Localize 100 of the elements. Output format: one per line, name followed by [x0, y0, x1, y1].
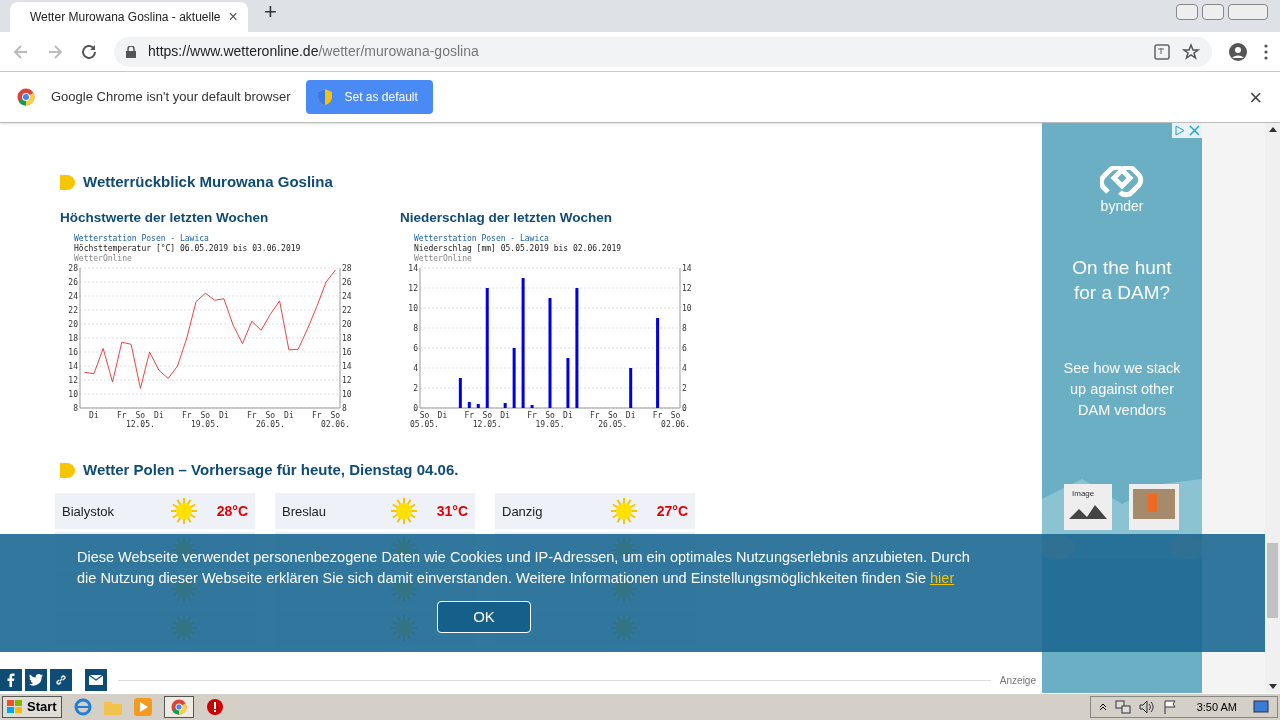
- browser-icon[interactable]: [73, 698, 92, 716]
- x-tick-label: Di: [563, 410, 573, 420]
- close-tab-button[interactable]: ×: [228, 5, 238, 29]
- section-marker-icon: [60, 174, 75, 190]
- forecast-card[interactable]: Danzig 27°C: [495, 493, 695, 530]
- maximize-button[interactable]: [1202, 4, 1224, 20]
- temperature: 31°C: [435, 501, 468, 521]
- x-tick-label: So 02.06.: [320, 410, 350, 429]
- y-tick-label: 12: [682, 283, 692, 293]
- y-tick-label: 10: [682, 303, 692, 313]
- x-tick-label: Fr: [527, 410, 537, 420]
- precipitation-bar: [458, 377, 462, 408]
- city-name: Danzig: [502, 502, 544, 521]
- y-tick-label: 2: [413, 383, 418, 393]
- email-button[interactable]: [85, 669, 107, 691]
- facebook-icon: [7, 673, 15, 687]
- x-tick-label: So 19.05.: [190, 410, 220, 429]
- chrome-taskbar-button[interactable]: [163, 696, 194, 718]
- y-tick-label: 10: [408, 303, 418, 313]
- link-icon: [55, 674, 67, 686]
- scroll-up-icon[interactable]: [1268, 127, 1277, 132]
- forecast-card[interactable]: Breslau 31°C: [275, 493, 475, 530]
- precipitation-bar: [530, 404, 534, 408]
- y-tick-label: 22: [342, 305, 352, 315]
- y-tick-label: 16: [68, 347, 78, 357]
- sun-icon: [610, 497, 638, 526]
- star-icon[interactable]: [1182, 42, 1200, 61]
- y-tick-label: 8: [73, 403, 78, 413]
- minimize-button[interactable]: [1176, 4, 1198, 20]
- chevron-up-icon[interactable]: [1098, 703, 1107, 711]
- speaker-icon[interactable]: [1138, 700, 1155, 714]
- show-desktop-icon[interactable]: [1253, 700, 1269, 714]
- y-tick-label: 26: [68, 277, 78, 287]
- x-tick-label: Di: [437, 410, 448, 420]
- x-tick-label: Di: [89, 410, 99, 420]
- y-tick-label: 24: [342, 291, 352, 301]
- x-tick-label: Fr: [652, 410, 663, 420]
- scrollbar[interactable]: [1265, 123, 1280, 693]
- network-icon[interactable]: [1114, 700, 1131, 714]
- city-name: Breslau: [282, 502, 328, 521]
- link-button[interactable]: [50, 669, 72, 691]
- stop-sign-icon[interactable]: [205, 698, 224, 716]
- start-button[interactable]: Start: [2, 696, 62, 718]
- chart-station-title: Wetterstation Posen - Lawica: [74, 233, 209, 243]
- scrollbar-thumb[interactable]: [1267, 543, 1278, 618]
- ad-body: See how we stack up against other DAM vendors: [1062, 359, 1182, 420]
- y-tick-label: 8: [342, 403, 347, 413]
- city-name: Bialystok: [62, 502, 116, 521]
- ad-headline: On the hunt for a DAM?: [1071, 256, 1173, 305]
- y-tick-label: 2: [682, 383, 687, 393]
- bynder-logo-icon: [1100, 166, 1144, 198]
- menu-icon[interactable]: [1264, 43, 1268, 60]
- windows-logo-icon: [7, 700, 23, 714]
- y-tick-label: 12: [408, 283, 418, 293]
- x-tick-label: So 12.05.: [472, 410, 502, 429]
- browser-tab[interactable]: Wetter Murowana Goslina - aktuelle ×: [10, 2, 248, 32]
- chart-source: WetterOnline: [74, 253, 132, 263]
- y-tick-label: 14: [408, 263, 418, 273]
- chart-station-title: Wetterstation Posen - Lawica: [414, 233, 549, 243]
- x-tick-label: So 05.05.: [410, 410, 439, 429]
- x-tick-label: Fr: [116, 410, 127, 420]
- close-infobar-button[interactable]: ×: [1249, 80, 1262, 114]
- y-tick-label: 28: [68, 263, 78, 273]
- forecast-card[interactable]: Bialystok 28°C: [55, 493, 255, 530]
- url-text: https://www.wetteronline.de/wetter/murowana-goslina: [148, 42, 479, 61]
- facebook-button[interactable]: [0, 669, 22, 691]
- ad-brand: bynder: [1100, 197, 1144, 216]
- x-tick-label: Fr: [246, 410, 257, 420]
- y-tick-label: 0: [682, 403, 687, 413]
- account-icon[interactable]: [1228, 41, 1248, 62]
- ok-button[interactable]: OK: [437, 601, 531, 633]
- new-tab-button[interactable]: +: [264, 0, 277, 28]
- section-marker-icon: [60, 462, 75, 478]
- close-window-button[interactable]: [1228, 4, 1268, 20]
- chart-source: WetterOnline: [414, 253, 472, 263]
- chart-heading: Höchstwerte der letzten Wochen: [60, 208, 270, 227]
- address-bar[interactable]: https://www.wetteronline.de/wetter/murowana-goslina: [114, 36, 1212, 67]
- x-tick-label: Fr: [590, 410, 600, 420]
- y-tick-label: 8: [413, 323, 418, 333]
- y-tick-label: 28: [342, 263, 352, 273]
- x-tick-label: Fr: [311, 410, 322, 420]
- reload-icon[interactable]: [80, 42, 98, 61]
- y-tick-label: 16: [342, 347, 352, 357]
- x-tick-label: Di: [625, 410, 636, 420]
- twitter-button[interactable]: [25, 669, 47, 691]
- y-tick-label: 14: [682, 263, 692, 273]
- y-tick-label: 18: [68, 333, 78, 343]
- scroll-down-icon[interactable]: [1268, 684, 1277, 689]
- bird-icon: [29, 674, 43, 686]
- y-tick-label: 10: [342, 389, 352, 399]
- chart-subtitle: Niederschlag [mm] 05.05.2019 bis 02.06.2019: [414, 243, 622, 253]
- y-tick-label: 26: [342, 277, 352, 287]
- tab-title: Wetter Murowana Goslina - aktuelle: [30, 9, 221, 26]
- y-tick-label: 12: [342, 375, 352, 385]
- close-ad-icon[interactable]: [1187, 123, 1202, 138]
- x-tick-label: So 26.05.: [255, 410, 285, 429]
- envelope-icon: [89, 675, 103, 685]
- clock-time: 3:50 AM: [1196, 699, 1237, 715]
- flag-icon[interactable]: [1162, 700, 1177, 714]
- precipitation-bar: [629, 367, 633, 408]
